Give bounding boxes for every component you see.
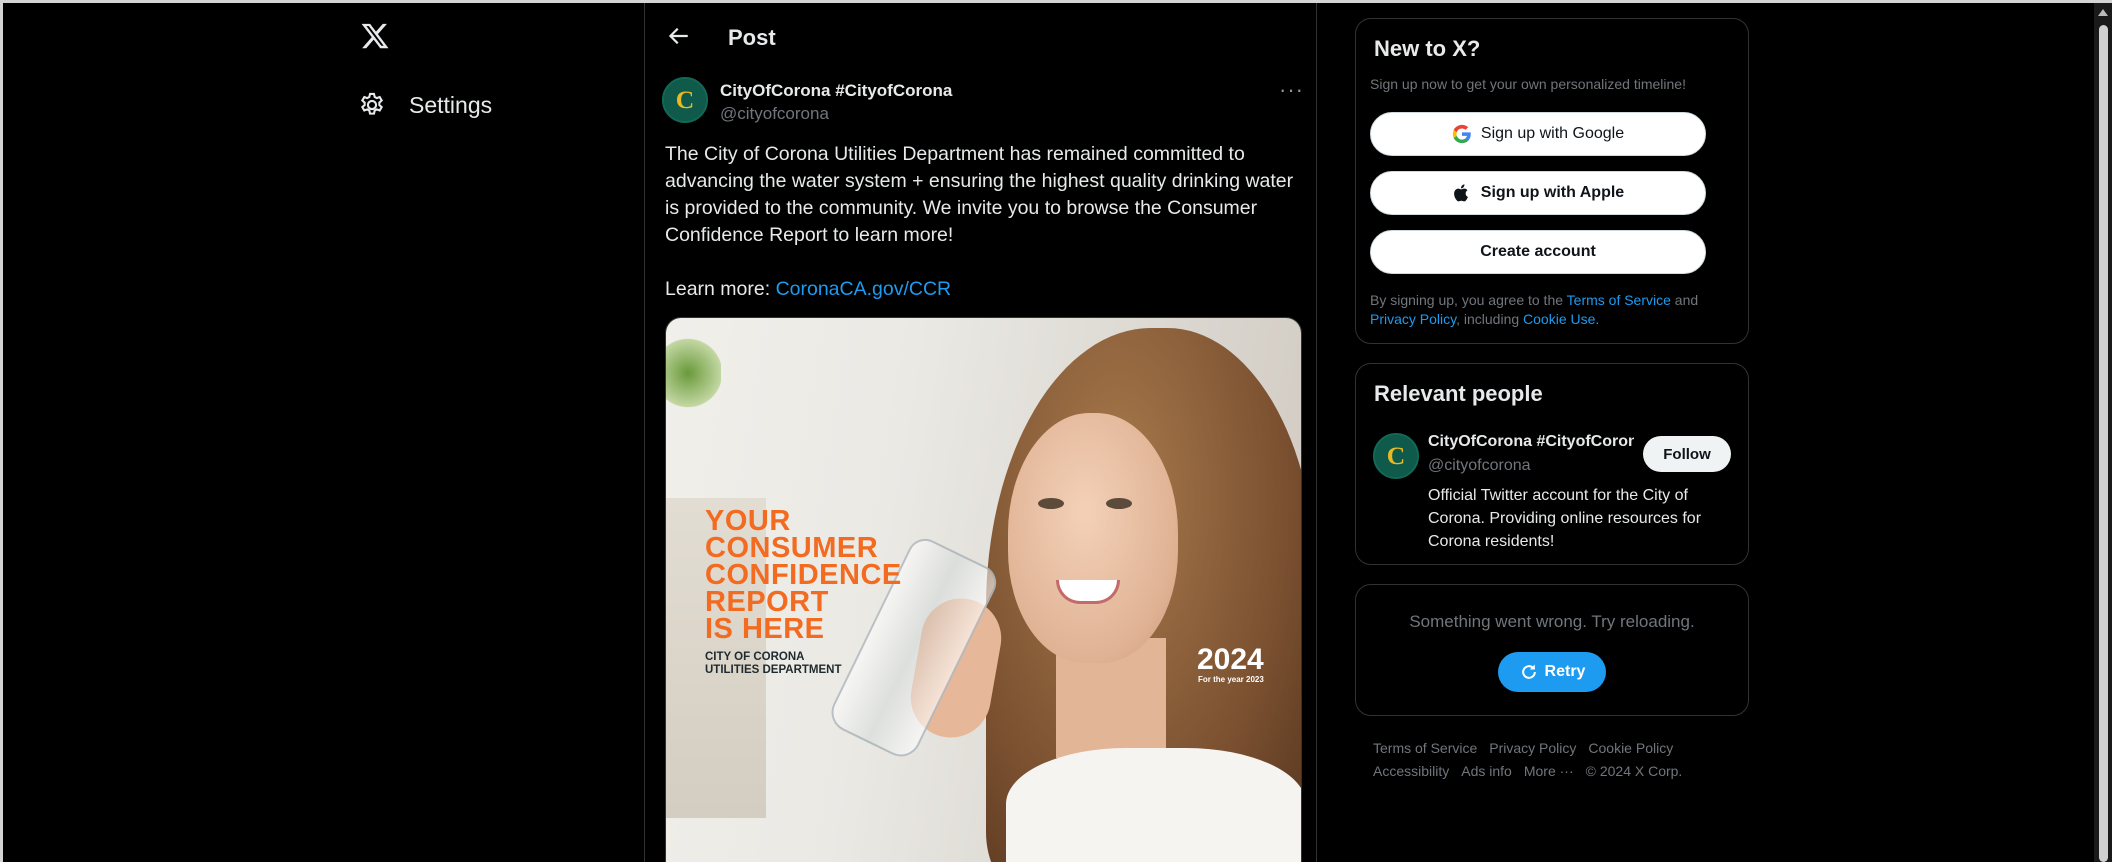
- relevant-people-title: Relevant people: [1374, 381, 1543, 406]
- follow-button[interactable]: Follow: [1643, 436, 1731, 472]
- author-avatar[interactable]: C: [662, 77, 708, 123]
- report-headline-line: CONSUMER: [705, 532, 879, 564]
- footer-accessibility-link[interactable]: Accessibility: [1373, 763, 1449, 779]
- image-shirt: [1006, 748, 1301, 862]
- x-logo-icon[interactable]: [360, 21, 390, 51]
- report-year-sub: For the year 2023: [1198, 675, 1264, 684]
- create-account-button[interactable]: Create account: [1370, 230, 1706, 274]
- relevant-handle[interactable]: @cityofcorona: [1428, 457, 1531, 475]
- report-year: 2024: [1197, 643, 1264, 676]
- svg-text:C: C: [1387, 441, 1405, 470]
- relevant-avatar[interactable]: C: [1373, 433, 1419, 479]
- primary-column: Post C CityOfCorona #CityofCorona @cityo…: [644, 3, 1317, 862]
- signup-legal: By signing up, you agree to the Terms of…: [1370, 291, 1740, 329]
- error-message: Something went wrong. Try reloading.: [1409, 612, 1695, 631]
- retry-label: Retry: [1544, 663, 1586, 680]
- svg-text:C: C: [676, 85, 694, 114]
- author-handle[interactable]: @cityofcorona: [720, 104, 829, 124]
- image-eye: [1106, 498, 1132, 509]
- legal-including: , including: [1456, 311, 1524, 327]
- scrollbar[interactable]: [2094, 3, 2112, 862]
- signup-title: New to X?: [1374, 36, 1481, 61]
- page-title: Post: [728, 25, 776, 50]
- apple-signup-label: Sign up with Apple: [1480, 184, 1625, 201]
- refresh-icon: [1521, 664, 1536, 679]
- scroll-up-arrow-icon[interactable]: [2098, 9, 2108, 16]
- google-icon: [1452, 124, 1471, 144]
- report-headline-line: REPORT: [705, 586, 829, 618]
- nav-settings[interactable]: Settings: [358, 85, 492, 125]
- terms-link[interactable]: Terms of Service: [1567, 292, 1671, 308]
- relevant-people-card: Relevant people C CityOfCorona #CityofCo…: [1355, 363, 1749, 565]
- error-card: Something went wrong. Try reloading. Ret…: [1355, 584, 1749, 716]
- cookie-use-link[interactable]: Cookie Use.: [1523, 311, 1599, 327]
- privacy-link[interactable]: Privacy Policy: [1370, 311, 1456, 327]
- nav-settings-label: Settings: [409, 91, 493, 118]
- report-headline-line: YOUR: [705, 505, 791, 537]
- apple-icon: [1453, 184, 1468, 202]
- signup-card: New to X? Sign up now to get your own pe…: [1355, 18, 1749, 344]
- footer-links: Terms of Service Privacy Policy Cookie Pol…: [1373, 737, 1743, 783]
- apple-signup-button[interactable]: Sign up with Apple: [1370, 171, 1706, 215]
- image-plant: [666, 338, 721, 408]
- footer-copyright: © 2024 X Corp.: [1585, 763, 1683, 779]
- more-options-icon[interactable]: ···: [1279, 77, 1304, 103]
- author-name[interactable]: CityOfCorona #CityofCorona: [720, 81, 952, 101]
- relevant-name[interactable]: CityOfCorona #CityofCorona: [1428, 433, 1634, 451]
- legal-and: and: [1670, 292, 1699, 308]
- post-image[interactable]: YOUR CONSUMER CONFIDENCE REPORT IS HERE …: [665, 317, 1302, 862]
- post-text: The City of Corona Utilities Department …: [665, 143, 1294, 246]
- image-eye: [1038, 498, 1064, 509]
- browser-viewport: Settings Post C CityOfCorona #CityofCoro…: [3, 3, 2094, 862]
- image-face: [1008, 413, 1178, 663]
- retry-button[interactable]: Retry: [1498, 652, 1606, 692]
- signup-subtitle: Sign up now to get your own personalized…: [1370, 76, 1686, 92]
- google-signup-button[interactable]: Sign up with Google: [1370, 112, 1706, 156]
- learn-more-line: Learn more: CoronaCA.gov/CCR: [665, 278, 951, 301]
- footer-terms-link[interactable]: Terms of Service: [1373, 740, 1477, 756]
- report-headline-line: CONFIDENCE: [705, 559, 902, 591]
- google-signup-label: Sign up with Google: [1480, 125, 1625, 142]
- footer-privacy-link[interactable]: Privacy Policy: [1489, 740, 1576, 756]
- learn-more-link[interactable]: CoronaCA.gov/CCR: [776, 278, 952, 300]
- report-subline: UTILITIES DEPARTMENT: [705, 664, 842, 676]
- report-subline: CITY OF CORONA: [705, 651, 805, 663]
- back-arrow-icon[interactable]: [665, 23, 691, 49]
- learn-more-label: Learn more:: [665, 278, 776, 300]
- create-account-label: Create account: [1480, 243, 1596, 260]
- post-header: Post: [645, 3, 1316, 69]
- scrollbar-thumb[interactable]: [2099, 25, 2108, 862]
- report-headline-line: IS HERE: [705, 613, 825, 645]
- footer-more-link[interactable]: More ···: [1524, 763, 1574, 779]
- legal-prefix: By signing up, you agree to the: [1370, 292, 1567, 308]
- relevant-bio: Official Twitter account for the City of…: [1428, 487, 1702, 550]
- gear-icon: [360, 92, 384, 115]
- footer-ads-link[interactable]: Ads info: [1461, 763, 1512, 779]
- footer-cookie-link[interactable]: Cookie Policy: [1588, 740, 1673, 756]
